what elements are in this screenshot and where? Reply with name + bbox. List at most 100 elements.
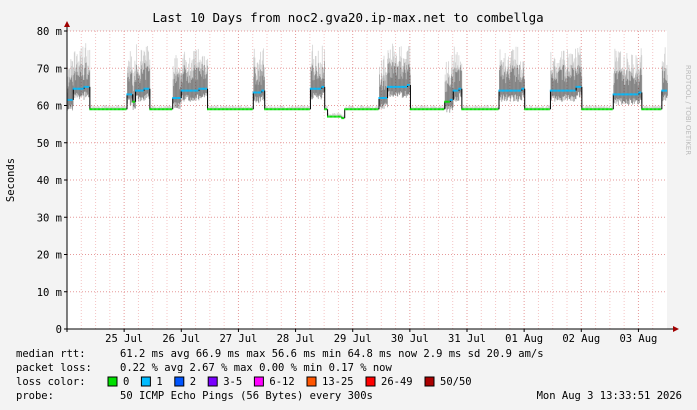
packet-loss-label: packet loss: — [16, 362, 92, 374]
x-tick-label: 03 Aug — [619, 333, 657, 345]
smoke-outlier — [385, 72, 387, 75]
x-tick-label: 02 Aug — [562, 333, 600, 345]
x-tick-label: 26 Jul — [162, 333, 200, 345]
smoke-outlier — [449, 76, 451, 87]
smoke-outlier — [556, 63, 558, 73]
smoke-outlier — [519, 64, 520, 66]
smoke-outlier — [313, 59, 315, 69]
smoke-outlier — [445, 61, 447, 81]
smoke-outlier — [455, 54, 457, 69]
packet-loss-values: 0.22 % avg 2.67 % max 0.00 % min 0.17 % … — [120, 362, 393, 374]
loss-swatch-label: 3-5 — [223, 376, 242, 388]
smoke-outlier — [501, 60, 503, 65]
smoke-outlier — [264, 67, 266, 77]
smoke-outlier — [131, 67, 133, 71]
loss-swatch — [365, 376, 376, 387]
loss-swatch-label: 13-25 — [322, 376, 354, 388]
smoke-outlier — [263, 48, 264, 65]
y-tick-labels: 0 10 m 20 m 30 m 40 m 50 m 60 m 70 m 80 m — [37, 26, 62, 336]
smoke-outlier — [409, 46, 411, 68]
x-tick-label: 31 Jul — [448, 333, 486, 345]
smoke-outlier — [260, 51, 262, 70]
smoke-outlier — [177, 69, 179, 74]
smoke-outlier — [517, 46, 519, 66]
smoke-outlier — [184, 51, 186, 66]
smoke-outlier — [85, 56, 87, 63]
median-rtt-label: median rtt: — [16, 348, 86, 360]
smoke-outlier — [623, 56, 625, 69]
smoke-outlier — [321, 45, 323, 67]
smoke-outlier — [254, 57, 256, 67]
probe-description: 50 ICMP Echo Pings (56 Bytes) every 300s — [120, 390, 373, 402]
smokeping-chart: 0 10 m 20 m 30 m 40 m 50 m 60 m 70 m 80 m 25 Jul… — [0, 0, 697, 410]
y-tick-label: 30 m — [37, 212, 62, 224]
graph-timestamp: Mon Aug 3 13:33:51 2026 — [537, 390, 682, 402]
x-tick-label: 27 Jul — [219, 333, 257, 345]
smoke-outlier — [320, 62, 322, 78]
loss-swatch-label: 6-12 — [269, 376, 294, 388]
smoke-outlier — [408, 46, 410, 65]
x-tick-label: 01 Aug — [505, 333, 543, 345]
smoke-outlier — [87, 50, 89, 66]
smoke-outlier — [641, 55, 643, 75]
smoke-outlier — [141, 50, 143, 66]
y-tick-label: 0 — [56, 324, 62, 336]
smoke-outlier — [396, 64, 398, 67]
smoke-outlier — [316, 67, 318, 71]
smoke-outlier — [622, 71, 624, 75]
smoke-outlier — [633, 67, 635, 80]
smoke-outlier — [317, 50, 319, 64]
smoke-outlier — [69, 68, 71, 78]
smoke-outlier — [315, 56, 317, 67]
smoke-outlier — [207, 58, 208, 66]
smoke-outlier — [138, 72, 140, 75]
x-tick-label: 30 Jul — [391, 333, 429, 345]
smoke-outlier — [324, 49, 326, 62]
y-axis-label: Seconds — [5, 158, 17, 202]
smoke-outlier — [523, 61, 525, 77]
smoke-outlier — [629, 68, 631, 71]
smoke-outlier — [399, 46, 400, 62]
smoke-outlier — [575, 57, 577, 72]
smoke-outlier — [661, 61, 663, 67]
smoke-outlier — [397, 61, 399, 66]
smoke-outlier — [453, 46, 455, 69]
smoke-outlier — [452, 67, 454, 77]
chart-title: Last 10 Days from noc2.gva20.ip-max.net … — [152, 10, 543, 25]
loss-swatch — [424, 376, 435, 387]
smoke-outlier — [381, 60, 383, 74]
y-tick-label: 20 m — [37, 250, 62, 262]
smoke-outlier — [560, 57, 562, 70]
loss-swatch — [107, 376, 118, 387]
y-tick-label: 60 m — [37, 101, 62, 113]
smoke-outlier — [179, 68, 181, 75]
smoke-outlier — [204, 56, 206, 65]
loss-swatch-label: 1 — [156, 376, 162, 388]
smoke-outlier — [379, 66, 380, 75]
smoke-outlier — [310, 66, 312, 68]
smoke-outlier — [89, 49, 91, 71]
smoke-outlier — [458, 55, 460, 71]
loss-swatch-label: 26-49 — [381, 376, 413, 388]
smoke-outlier — [149, 59, 151, 69]
smoke-outlier — [255, 66, 256, 74]
y-tick-label: 50 m — [37, 138, 62, 150]
smoke-outlier — [136, 44, 138, 66]
y-tick-label: 40 m — [37, 175, 62, 187]
smoke-outlier — [389, 49, 391, 64]
smoke-outlier — [524, 78, 526, 80]
y-tick-label: 10 m — [37, 287, 62, 299]
x-tick-label: 25 Jul — [105, 333, 143, 345]
loss-swatch-label: 0 — [123, 376, 129, 388]
smoke-outlier — [554, 58, 556, 67]
smoke-outlier — [189, 57, 191, 76]
smoke-outlier — [409, 67, 411, 75]
x-tick-label: 28 Jul — [277, 333, 315, 345]
smoke-outlier — [383, 55, 385, 76]
smoke-outlier — [460, 61, 462, 66]
loss-swatch — [207, 376, 218, 387]
loss-swatch — [140, 376, 151, 387]
smoke-outlier — [129, 51, 131, 72]
loss-swatch-label: 50/50 — [440, 376, 472, 388]
loss-swatch — [174, 376, 185, 387]
